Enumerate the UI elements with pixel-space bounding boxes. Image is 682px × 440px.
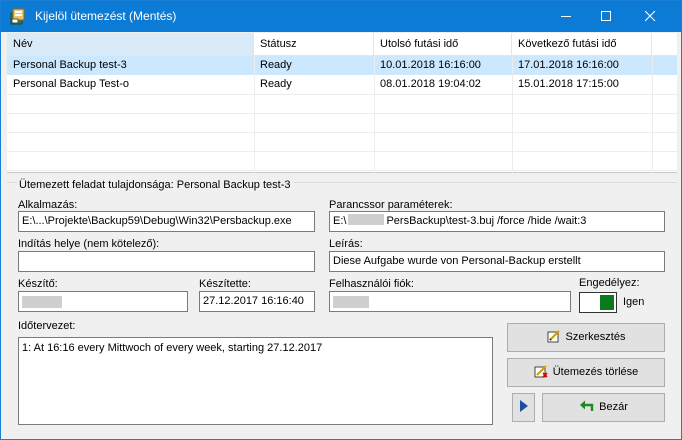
description-field[interactable]: Diese Aufgabe wurde von Personal-Backup … [329,251,665,272]
params-field[interactable]: E:\ PersBackup\test-3.buj /force /hide /w… [329,211,665,232]
cell-next-run: 17.01.2018 16:16:00 [518,59,619,71]
title-bar[interactable]: Kijelöl ütemezést (Mentés) [1,1,681,32]
table-row[interactable]: Personal Backup test-3 Ready 10.01.2018 … [7,56,677,75]
close-button[interactable]: Bezár [542,393,665,422]
close-window-button[interactable] [627,1,673,32]
window-title: Kijelöl ütemezést (Mentés) [35,9,177,23]
grid-line [512,56,513,173]
cell-status: Ready [260,59,292,71]
application-label: Alkalmazás: [18,199,78,211]
grid-line [254,56,255,173]
column-header-name[interactable]: Név [7,33,254,56]
enabled-label: Engedélyez: [579,277,640,289]
schedule-memo[interactable]: 1: At 16:16 every Mittwoch of every week… [18,337,493,425]
table-row[interactable]: Personal Backup Test-o Ready 08.01.2018 … [7,75,677,94]
creator-field[interactable] [18,291,188,312]
cell-last-run: 08.01.2018 19:04:02 [380,78,481,90]
grid-line [7,132,677,133]
enabled-toggle[interactable] [579,292,617,313]
run-button[interactable] [512,393,535,422]
params-prefix: E:\ [333,215,347,227]
grid-line [7,151,677,152]
description-label: Leírás: [329,238,363,250]
play-icon [519,400,528,412]
redacted-block [348,214,385,225]
minimize-icon [561,16,571,17]
task-list[interactable]: Név Státusz Utolsó futási idő Következő … [7,33,677,173]
toggle-knob [600,295,614,310]
edit-button-label: Szerkesztés [565,331,626,343]
user-account-label: Felhasználói fiók: [329,278,414,290]
start-in-label: Indítás helye (nem kötelező): [18,238,160,250]
grid-line [374,56,375,173]
column-header-status[interactable]: Státusz [254,33,374,56]
params-label: Parancssor paraméterek: [329,199,453,211]
close-icon [645,11,656,22]
redacted-block [333,296,369,308]
edit-icon [547,330,560,343]
cell-status: Ready [260,78,292,90]
creator-label: Készítő: [18,278,58,290]
grid-line [7,94,677,95]
toggle-track [582,295,598,310]
grid-line [7,170,677,171]
schedule-window: Kijelöl ütemezést (Mentés) Név Státusz U… [0,0,682,440]
maximize-button[interactable] [583,1,629,32]
user-account-field[interactable] [329,291,571,312]
back-arrow-icon [580,400,594,411]
grid-line [7,113,677,114]
list-header: Név Státusz Utolsó futási idő Következő … [7,33,677,56]
maximize-icon [601,11,611,21]
start-in-field[interactable] [18,251,315,272]
app-icon [10,8,25,25]
redacted-block [22,296,62,308]
cell-last-run: 10.01.2018 16:16:00 [380,59,481,71]
created-label: Készítette: [199,278,251,290]
cell-name: Personal Backup test-3 [13,59,127,71]
delete-schedule-button[interactable]: Ütemezés törlése [507,358,665,387]
column-header-last-run[interactable]: Utolsó futási idő [374,33,512,56]
column-header-next-run[interactable]: Következő futási idő [512,33,652,56]
enabled-value-text: Igen [623,296,645,308]
created-field[interactable]: 27.12.2017 16:16:40 [199,291,315,312]
delete-icon [534,365,548,378]
cell-name: Personal Backup Test-o [13,78,129,90]
delete-button-label: Ütemezés törlése [552,366,639,378]
edit-button[interactable]: Szerkesztés [507,323,665,352]
params-suffix: PersBackup\test-3.buj /force /hide /wait… [386,215,587,227]
close-button-label: Bezár [599,401,628,413]
schedule-label: Időtervezet: [18,320,76,332]
grid-line [652,56,653,173]
group-title: Ütemezett feladat tulajdonsága: Personal… [17,179,293,191]
application-field[interactable]: E:\...\Projekte\Backup59\Debug\Win32\Per… [18,211,315,232]
cell-next-run: 15.01.2018 17:15:00 [518,78,619,90]
